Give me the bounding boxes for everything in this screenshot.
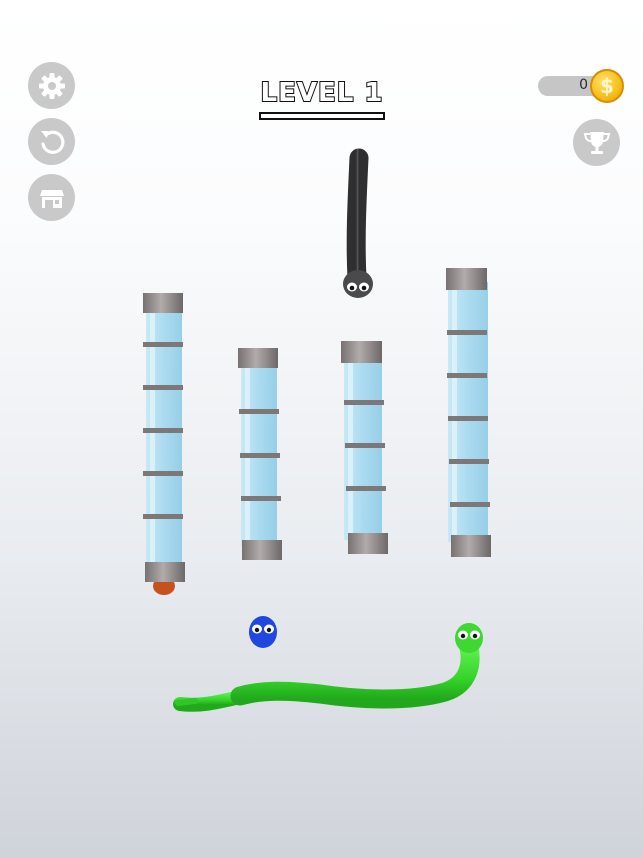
blue-snake[interactable] [249, 616, 277, 750]
tube-2[interactable] [238, 348, 282, 560]
tube-4[interactable] [446, 268, 491, 557]
game-board[interactable] [0, 0, 643, 858]
tube-3[interactable] [341, 341, 388, 554]
game-scene: LEVEL 1 0 $ [0, 0, 643, 858]
gray-snake[interactable] [343, 148, 373, 298]
tube-1[interactable] [143, 293, 185, 595]
